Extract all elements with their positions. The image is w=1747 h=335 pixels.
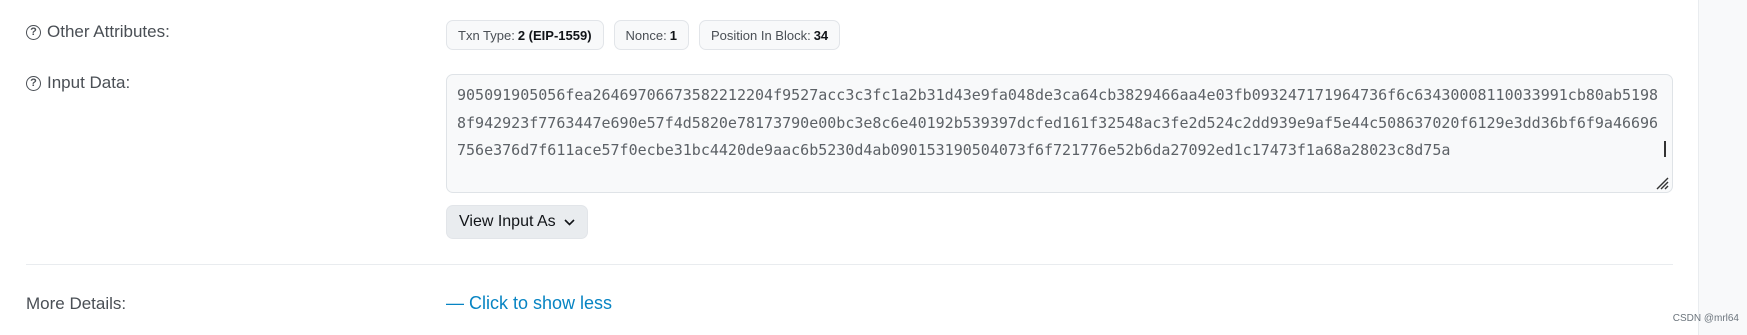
other-attributes-label-row: ? Other Attributes: bbox=[26, 22, 170, 42]
transaction-details-panel: ? Other Attributes: Txn Type: 2 (EIP-155… bbox=[0, 0, 1747, 335]
help-circle-icon[interactable]: ? bbox=[26, 75, 41, 91]
txn-type-key: Txn Type: bbox=[458, 27, 515, 43]
watermark: CSDN @mrl64 bbox=[1672, 313, 1739, 324]
view-input-as-label: View Input As bbox=[459, 213, 556, 230]
nonce-badge: Nonce: 1 bbox=[613, 20, 689, 50]
nonce-key: Nonce: bbox=[625, 27, 667, 43]
section-divider bbox=[26, 264, 1673, 265]
show-less-link[interactable]: — Click to show less bbox=[446, 293, 612, 314]
more-details-label: More Details: bbox=[26, 294, 127, 313]
right-gutter bbox=[1698, 0, 1747, 335]
txn-type-badge: Txn Type: 2 (EIP-1559) bbox=[446, 20, 604, 50]
text-cursor-icon bbox=[1664, 141, 1666, 157]
nonce-value: 1 bbox=[669, 27, 677, 43]
more-details-label-row: More Details: bbox=[26, 294, 126, 314]
position-in-block-value: 34 bbox=[813, 27, 829, 43]
other-attributes-label: Other Attributes: bbox=[47, 22, 170, 41]
help-circle-icon[interactable]: ? bbox=[26, 24, 41, 40]
input-data-label: Input Data: bbox=[47, 73, 131, 92]
input-data-value: 905091905056fea26469706673582212204f9527… bbox=[457, 86, 1659, 159]
input-data-textarea[interactable]: 905091905056fea26469706673582212204f9527… bbox=[446, 74, 1673, 193]
position-in-block-badge: Position In Block: 34 bbox=[698, 20, 841, 50]
txn-type-value: 2 (EIP-1559) bbox=[517, 27, 592, 43]
input-data-label-row: ? Input Data: bbox=[26, 73, 130, 93]
chevron-down-icon bbox=[564, 218, 575, 226]
attribute-badges: Txn Type: 2 (EIP-1559) Nonce: 1 Position… bbox=[446, 20, 841, 50]
resize-handle-icon[interactable] bbox=[1653, 174, 1669, 190]
view-input-as-button[interactable]: View Input As bbox=[446, 205, 588, 239]
position-in-block-key: Position In Block: bbox=[710, 27, 811, 43]
